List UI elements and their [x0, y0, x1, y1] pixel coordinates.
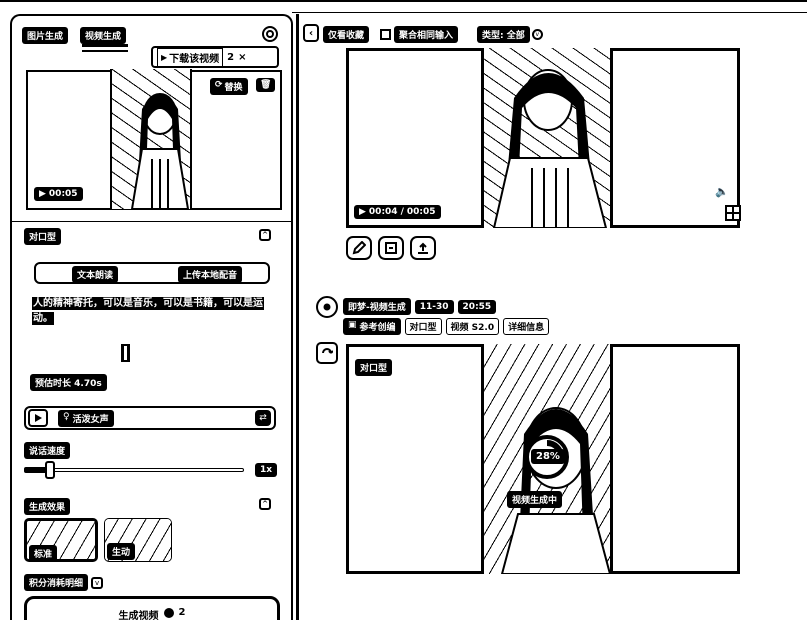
details-link[interactable]: 详细信息 [503, 318, 550, 335]
reference-tag[interactable]: ▣ 参考创编 [343, 318, 401, 335]
play-icon: ▶ [39, 189, 46, 199]
voice-play-icon[interactable] [28, 409, 48, 427]
job2-tags: ▣ 参考创编 对口型 视频 S2.0 详细信息 [343, 318, 550, 335]
tab-upload-audio[interactable]: 上传本地配音 [178, 266, 243, 283]
voice-name-chip: ♀ 活泼女声 [58, 410, 114, 427]
header-border [292, 12, 807, 13]
credit-icon [163, 608, 174, 618]
aggregate-label: 聚合相同输入 [394, 26, 459, 43]
voice-avatar-icon: ♀ [63, 412, 70, 422]
speed-slider[interactable] [24, 461, 244, 479]
filter-aggregate[interactable]: 聚合相同输入 [380, 26, 459, 43]
credits-label: 积分消耗明细 [24, 574, 89, 591]
progress-percent: 28% [531, 449, 565, 464]
chevron-down-icon: v [531, 29, 543, 40]
settings-icon[interactable] [262, 26, 278, 42]
slider-handle[interactable] [45, 461, 56, 479]
generate-cost: 2 [178, 607, 186, 618]
collapse-panel-icon[interactable]: ‹ [303, 24, 319, 42]
close-icon[interactable]: × [238, 52, 246, 63]
collapse-icon[interactable]: ^ [259, 229, 271, 241]
effect-option-vivid[interactable]: 生动 [104, 518, 172, 562]
speed-value: 1x [255, 463, 278, 477]
play-icon: ▶ [161, 52, 168, 62]
effect-label-vivid: 生动 [107, 543, 136, 560]
refresh-icon: ⟳ [215, 80, 223, 90]
preview-time: 00:05 [48, 189, 78, 199]
effect-label-standard: 标准 [29, 545, 58, 559]
tab-image-gen[interactable]: 图片生成 [22, 27, 69, 44]
sync-icon[interactable] [316, 342, 338, 364]
slider-track [24, 468, 244, 472]
time-separator: / [400, 207, 404, 217]
job2-header: 即梦-视频生成 11-30 20:55 [343, 298, 497, 315]
preview-play-button[interactable]: ▶ 00:05 [34, 187, 83, 201]
job-logo-icon [316, 296, 338, 318]
voice-selector[interactable]: ♀ 活泼女声 ⇄ [24, 406, 276, 430]
panel-divider[interactable] [296, 14, 299, 620]
upload-icon[interactable] [410, 236, 436, 260]
download-popup: ▶ 下载该视频 2 × [151, 46, 279, 68]
mode-tag: 对口型 [404, 318, 442, 335]
filter-favorites[interactable]: 仅看收藏 [323, 26, 370, 43]
active-tab-underline [82, 44, 128, 47]
generate-label: 生成视频 [118, 611, 159, 620]
edit-icon[interactable] [346, 236, 372, 260]
voice-name: 活泼女声 [72, 415, 109, 425]
active-tab-underline-2 [82, 50, 128, 52]
fullscreen-icon[interactable] [725, 205, 741, 221]
generation-panel: 图片生成 视频生成 ▶ 下载该视频 2 × ▶ 00:05 ⟳ 替换 🗑 对口型… [10, 14, 293, 620]
lipsync-title: 对口型 [24, 228, 62, 245]
type-label: 类型: 全部 [477, 26, 530, 43]
delete-icon[interactable]: 🗑 [256, 78, 276, 92]
generate-video-button[interactable]: 生成视频 2 [24, 596, 280, 620]
play-icon: ▶ [359, 207, 366, 217]
checkbox-icon[interactable] [380, 29, 391, 40]
job-source: 即梦-视频生成 [343, 298, 411, 315]
filter-type-dropdown[interactable]: 类型: 全部 v [477, 26, 543, 43]
script-text: 人的精神寄托，可以是音乐，可以是书籍，可以是运动。 [32, 297, 264, 325]
replace-label: 替换 [224, 83, 243, 93]
download-video-button[interactable]: ▶ 下载该视频 [157, 47, 224, 67]
tab-text-read[interactable]: 文本朗读 [72, 266, 119, 283]
speed-label: 说话速度 [24, 442, 71, 459]
copy-icon[interactable] [378, 236, 404, 260]
generating-status: 视频生成中 [507, 491, 563, 508]
video1-playback[interactable]: ▶ 00:04 / 00:05 [354, 205, 441, 219]
tab-video-gen[interactable]: 视频生成 [80, 27, 127, 44]
progress-ring: 28% [525, 435, 569, 479]
job-date: 11-30 [414, 299, 454, 314]
effect-option-standard[interactable]: 标准 [24, 518, 98, 562]
top-border [0, 0, 807, 2]
text-cursor-icon [121, 344, 130, 362]
time-total: 00:05 [406, 207, 436, 217]
video-player-2[interactable]: 对口型 28% 视频生成中 [346, 344, 740, 574]
model-tag: 视频 S2.0 [445, 318, 500, 335]
preview-frame-image [110, 69, 192, 209]
video-preview[interactable]: ▶ 00:05 ⟳ 替换 🗑 [26, 69, 282, 210]
time-current: 00:04 [368, 207, 398, 217]
input-mode-switch: 文本朗读 上传本地配音 [34, 262, 270, 284]
reference-label: 参考创编 [359, 323, 396, 333]
job-time: 20:55 [457, 299, 497, 314]
effect-title: 生成效果 [24, 498, 71, 515]
section-divider [12, 221, 291, 222]
lipsync-label: 对口型 [355, 359, 393, 376]
chevron-down-icon: v [91, 576, 104, 589]
volume-icon[interactable]: 🔈 [715, 185, 729, 199]
estimated-duration: 预估时长 4.70s [30, 374, 107, 391]
image-icon: ▣ [348, 320, 357, 330]
collapse-icon[interactable]: ^ [259, 498, 271, 510]
credits-detail-toggle[interactable]: 积分消耗明细 v [24, 574, 104, 591]
download-count: 2 [227, 51, 235, 63]
replace-button[interactable]: ⟳ 替换 [210, 78, 248, 95]
script-textarea[interactable]: 人的精神寄托，可以是音乐，可以是书籍，可以是运动。 [32, 296, 276, 326]
download-label: 下载该视频 [169, 53, 220, 65]
video-frame-image [481, 48, 613, 228]
voice-swap-icon[interactable]: ⇄ [255, 410, 271, 426]
video-player-1[interactable]: ▶ 00:04 / 00:05 🔈 [346, 48, 741, 228]
